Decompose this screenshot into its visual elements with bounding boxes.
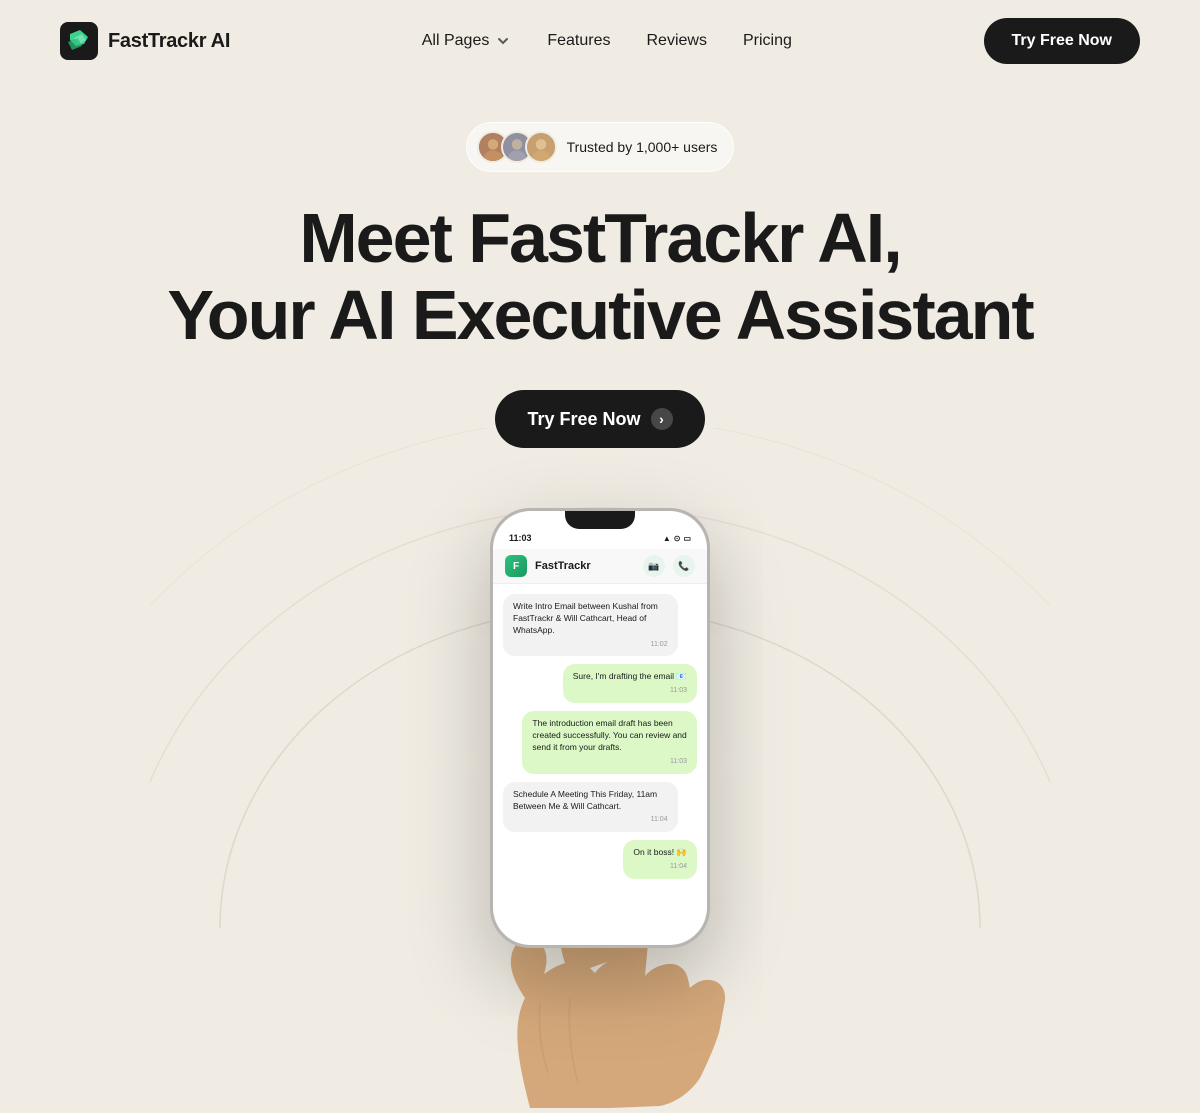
chat-messages: Write Intro Email between Kushal from Fa…: [493, 584, 707, 889]
phone-hand-container: 11:03 ▲ ⊙ ▭ F FastTrackr: [490, 508, 710, 948]
nav-links: All Pages Features Reviews Pricing: [422, 32, 792, 50]
chat-header-icons: 📷 📞: [643, 555, 695, 577]
logo[interactable]: FastTrackr AI: [60, 22, 230, 60]
signal-icons: ▲ ⊙ ▭: [663, 534, 691, 543]
chat-header: F FastTrackr 📷 📞: [493, 549, 707, 584]
signal-icon: ▲: [663, 534, 671, 543]
avatar: [525, 131, 557, 163]
phone-device: 11:03 ▲ ⊙ ▭ F FastTrackr: [490, 508, 710, 948]
phone-time: 11:03: [509, 533, 532, 543]
message-0: Write Intro Email between Kushal from Fa…: [503, 594, 678, 656]
logo-icon: [60, 22, 98, 60]
message-4: On it boss! 🙌 11:04: [623, 840, 697, 879]
nav-item-all-pages[interactable]: All Pages: [422, 32, 512, 50]
nav-item-reviews[interactable]: Reviews: [646, 32, 706, 50]
hero-section: Trusted by 1,000+ users Meet FastTrackr …: [0, 82, 1200, 948]
message-1: Sure, I'm drafting the email 📧 11:03: [563, 664, 697, 703]
chevron-down-icon: [495, 33, 511, 49]
call-icon: 📞: [673, 555, 695, 577]
phone-screen: 11:03 ▲ ⊙ ▭ F FastTrackr: [493, 511, 707, 945]
nav-cta-button[interactable]: Try Free Now: [984, 18, 1140, 64]
chat-app-name: FastTrackr: [535, 560, 635, 572]
wifi-icon: ⊙: [674, 534, 681, 543]
phone-notch: [565, 511, 635, 529]
message-3: Schedule A Meeting This Friday, 11am Bet…: [503, 782, 678, 833]
chat-app-icon: F: [505, 555, 527, 577]
phone-showcase: 11:03 ▲ ⊙ ▭ F FastTrackr: [0, 508, 1200, 948]
nav-item-features[interactable]: Features: [547, 32, 610, 50]
nav-item-pricing[interactable]: Pricing: [743, 32, 792, 50]
logo-text: FastTrackr AI: [108, 30, 230, 53]
phone-mockup: 11:03 ▲ ⊙ ▭ F FastTrackr: [490, 508, 710, 948]
avatar-group: [477, 131, 557, 163]
trust-text: Trusted by 1,000+ users: [567, 139, 718, 155]
video-icon: 📷: [643, 555, 665, 577]
battery-icon: ▭: [683, 534, 691, 543]
navbar: FastTrackr AI All Pages Features Reviews…: [0, 0, 1200, 82]
hero-title: Meet FastTrackr AI, Your AI Executive As…: [167, 200, 1032, 354]
message-2: The introduction email draft has been cr…: [522, 711, 697, 773]
trust-badge: Trusted by 1,000+ users: [466, 122, 735, 172]
arrow-right-icon: ›: [651, 408, 673, 430]
